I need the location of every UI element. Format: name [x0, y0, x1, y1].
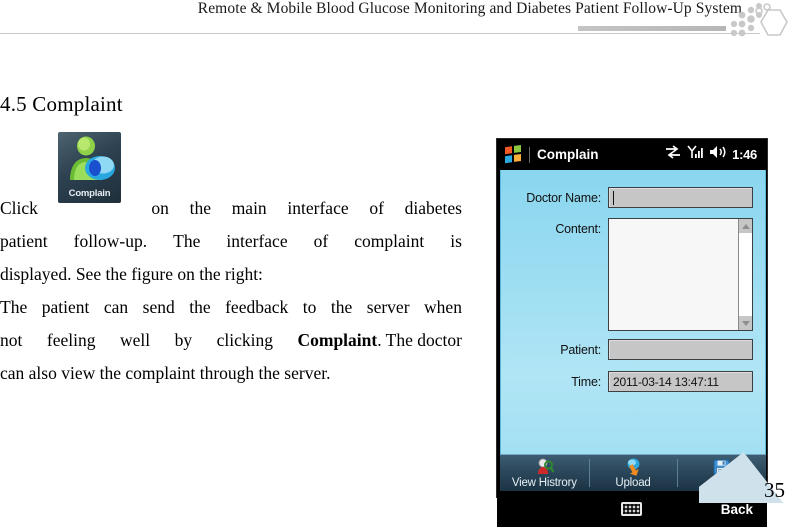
- signal-bars-icon[interactable]: [687, 145, 703, 165]
- content-textarea[interactable]: [608, 218, 753, 331]
- p1l2-w3: The: [173, 231, 201, 251]
- page-header: Remote & Mobile Blood Glucose Monitoring…: [0, 0, 789, 48]
- p1-word-interface: interface: [287, 198, 349, 218]
- back-button[interactable]: Back: [721, 502, 753, 517]
- device-window-title: Complain: [537, 147, 599, 162]
- p1-word-diabetes: diabetes: [404, 198, 462, 218]
- p1-word-the: the: [189, 198, 211, 218]
- p2l1-w10: when: [424, 297, 462, 317]
- connectivity-icon[interactable]: [665, 145, 681, 164]
- p2l1-w1: The: [0, 297, 28, 317]
- content-label: Content:: [555, 222, 601, 236]
- paragraph-1-line-2: patient follow-up. The interface of comp…: [0, 225, 462, 258]
- doctor-name-label: Doctor Name:: [526, 190, 601, 205]
- header-accent-bar: [578, 26, 726, 31]
- text-caret: [613, 190, 614, 205]
- p2l1-w4: send: [142, 297, 175, 317]
- paragraph-2-line-2: not feeling well by clicking Complaint. …: [0, 324, 462, 357]
- p2l1-w9: server: [366, 297, 410, 317]
- p1-word-of: of: [369, 198, 384, 218]
- patient-input[interactable]: [608, 339, 753, 360]
- paragraph-1-line-1: Click on the main interface of diabetes: [0, 192, 462, 225]
- upload-label: Upload: [615, 477, 651, 489]
- status-icon-group: 1:46: [665, 145, 759, 165]
- status-clock: 1:46: [732, 147, 757, 162]
- p2l1-w7: to: [302, 297, 317, 317]
- p1-word-main: main: [231, 198, 267, 218]
- p1-word-click: Click: [0, 198, 38, 218]
- p1l2-w2: follow-up.: [73, 231, 148, 251]
- p1l2-w1: patient: [0, 231, 48, 251]
- time-row: Time: 2011-03-14 13:47:11: [505, 371, 753, 392]
- hexagon-dots-logo-icon: [728, 2, 789, 46]
- p2l2-w3: well: [119, 330, 151, 350]
- content-label-row: Content:: [505, 222, 601, 236]
- p1l2-w6: complaint: [354, 231, 425, 251]
- p2l2-w1: not: [0, 330, 23, 350]
- time-label: Time:: [571, 374, 601, 389]
- upload-button[interactable]: Upload: [588, 455, 678, 491]
- titlebar-divider: [529, 146, 530, 163]
- p2l2-w2: feeling: [46, 330, 96, 350]
- content-scrollbar[interactable]: [738, 219, 752, 330]
- p2l2-tail: . The doctor: [377, 330, 462, 350]
- scroll-up-button[interactable]: [739, 219, 752, 233]
- header-divider: [0, 33, 760, 34]
- p2l2-w5: clicking: [216, 330, 273, 350]
- header-title: Remote & Mobile Blood Glucose Monitoring…: [197, 0, 742, 17]
- p1l2-w5: of: [313, 231, 329, 251]
- p2l1-w6: feedback: [225, 297, 289, 317]
- p2l1-w3: can: [103, 297, 129, 317]
- content-textarea-value[interactable]: [609, 219, 738, 330]
- scroll-down-button[interactable]: [739, 316, 752, 330]
- patient-label: Patient:: [560, 342, 601, 357]
- chevron-down-icon: [741, 320, 750, 326]
- page-number: 35: [764, 478, 785, 502]
- device-screenshot: Complain 1:46 Doctor Name: Content: Pati…: [496, 138, 768, 527]
- p2l1-w2: patient: [41, 297, 90, 317]
- view-history-label: View Histrory: [511, 477, 577, 489]
- patient-row: Patient:: [505, 339, 753, 360]
- device-titlebar: Complain 1:46: [497, 139, 767, 170]
- doctor-name-row: Doctor Name:: [505, 187, 753, 208]
- p2l2-w4: by: [174, 330, 193, 350]
- p1l2-w4: interface: [226, 231, 288, 251]
- inline-icon-row: Complain: [0, 132, 462, 203]
- paragraph-2-line-3: can also view the complaint through the …: [0, 363, 331, 383]
- upload-icon: [624, 458, 643, 476]
- view-history-icon: [535, 458, 555, 476]
- body-text-column: Complain Click on the main interface of …: [0, 132, 462, 383]
- keyboard-icon[interactable]: [621, 502, 642, 516]
- section-heading: 4.5 Complaint: [0, 92, 123, 116]
- time-input[interactable]: 2011-03-14 13:47:11: [608, 371, 753, 392]
- speaker-icon[interactable]: [709, 145, 726, 164]
- p2l1-w5: the: [189, 297, 211, 317]
- view-history-button[interactable]: View Histrory: [500, 455, 589, 491]
- p1-word-on: on: [151, 198, 169, 218]
- p1l2-w7: is: [450, 231, 462, 251]
- windows-flag-icon[interactable]: [505, 144, 522, 164]
- chevron-up-icon: [741, 223, 750, 229]
- paragraph-2-line-1: The patient can send the feedback to the…: [0, 291, 462, 324]
- doctor-name-input[interactable]: [608, 187, 753, 208]
- time-value: 2011-03-14 13:47:11: [613, 374, 719, 389]
- paragraph-1-line-3: displayed. See the figure on the right:: [0, 264, 263, 284]
- device-screen: Doctor Name: Content: Patient: Time: 201…: [500, 170, 766, 454]
- complaint-bold-term: Complaint: [297, 330, 378, 350]
- p2l1-w8: the: [330, 297, 353, 317]
